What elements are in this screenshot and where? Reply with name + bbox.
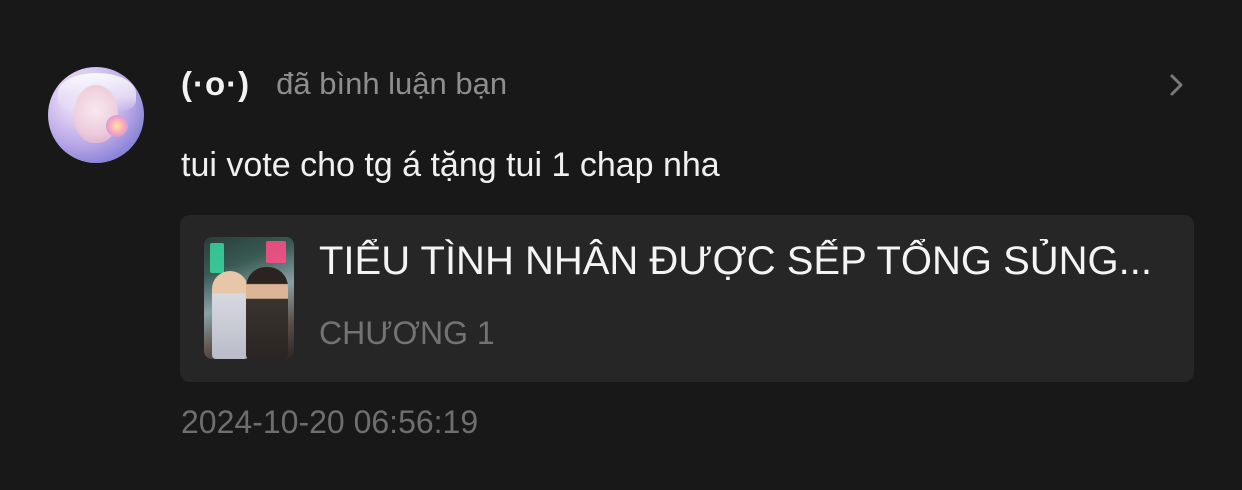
timestamp: 2024-10-20 06:56:19 bbox=[181, 404, 479, 440]
story-chapter: CHƯƠNG 1 bbox=[319, 315, 495, 351]
story-title: TIỂU TÌNH NHÂN ĐƯỢC SẾP TỔNG SỦNG... bbox=[319, 239, 1153, 283]
story-cover-image bbox=[204, 237, 294, 359]
cover-figure-left bbox=[212, 271, 248, 359]
story-card[interactable]: TIỂU TÌNH NHÂN ĐƯỢC SẾP TỔNG SỦNG... CHƯ… bbox=[180, 215, 1194, 382]
comment-notification[interactable]: (·o·) đã bình luận bạn tui vote cho tg á… bbox=[0, 0, 1242, 490]
chevron-right-icon[interactable] bbox=[1162, 70, 1192, 100]
cover-neon-sign-green bbox=[210, 243, 224, 273]
avatar[interactable] bbox=[48, 67, 144, 163]
avatar-flower bbox=[106, 115, 128, 137]
action-text: đã bình luận bạn bbox=[276, 66, 508, 101]
username[interactable]: (·o·) bbox=[181, 65, 250, 103]
cover-neon-sign-pink bbox=[266, 241, 286, 263]
comment-text: tui vote cho tg á tặng tui 1 chap nha bbox=[181, 146, 720, 184]
notification-header: (·o·) đã bình luận bạn bbox=[181, 64, 507, 104]
cover-figure-right bbox=[246, 267, 288, 359]
